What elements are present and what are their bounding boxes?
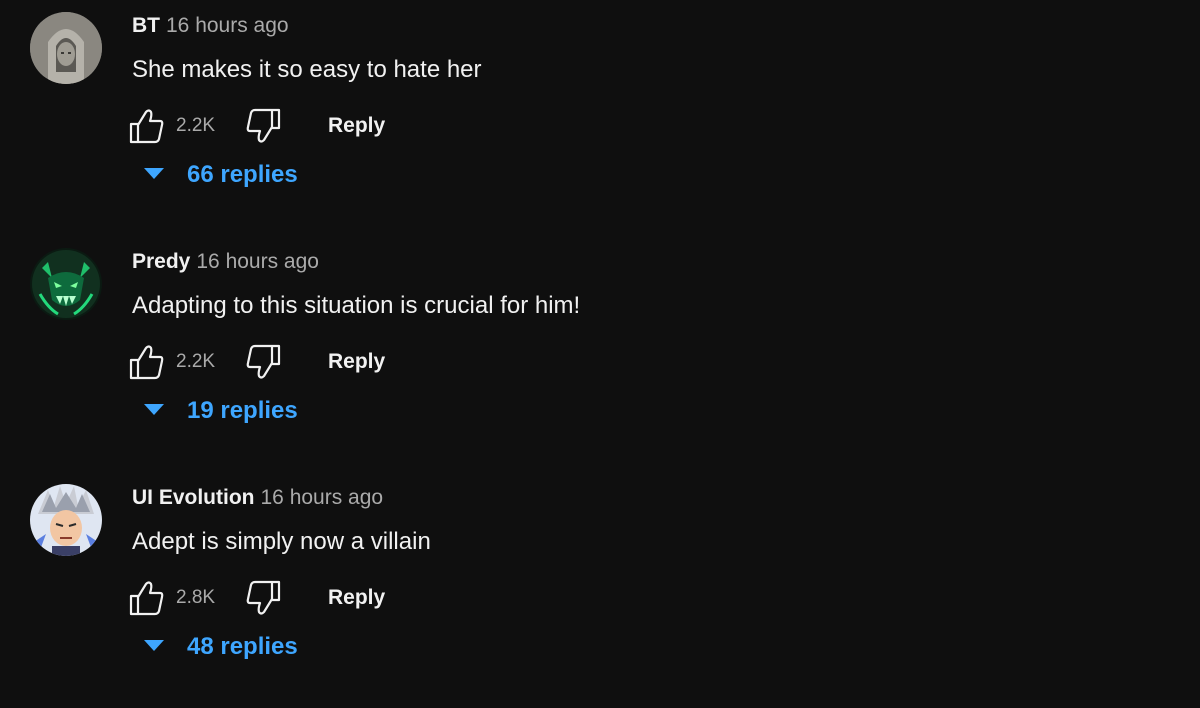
dislike-button[interactable] bbox=[244, 578, 282, 618]
comment-actions: 2.8K Reply bbox=[128, 578, 428, 618]
comment-thread: BT 16 hours ago She makes it so easy to h… bbox=[0, 0, 1200, 236]
author-name[interactable]: UI Evolution bbox=[132, 486, 255, 509]
like-count: 2.2K bbox=[176, 115, 216, 136]
replies-count-label: 48 replies bbox=[187, 633, 298, 660]
comment-timestamp[interactable]: 16 hours ago bbox=[166, 14, 289, 37]
comment-text: Adapting to this situation is crucial fo… bbox=[132, 292, 581, 319]
thumbs-up-icon bbox=[129, 109, 164, 144]
statue-avatar-icon bbox=[30, 12, 102, 84]
green-monster-avatar-icon bbox=[30, 248, 102, 320]
avatar[interactable] bbox=[30, 12, 102, 84]
caret-down-icon bbox=[144, 640, 164, 651]
replies-count-label: 66 replies bbox=[187, 161, 298, 188]
caret-down-icon bbox=[144, 168, 164, 179]
thumbs-down-icon bbox=[246, 344, 281, 379]
author-name[interactable]: BT bbox=[132, 14, 160, 37]
avatar[interactable] bbox=[30, 248, 102, 320]
thumbs-up-icon bbox=[129, 345, 164, 380]
like-count: 2.2K bbox=[176, 351, 216, 372]
thumbs-up-icon bbox=[129, 581, 164, 616]
like-count: 2.8K bbox=[176, 587, 216, 608]
reply-button[interactable]: Reply bbox=[328, 585, 385, 611]
dislike-button[interactable] bbox=[244, 106, 282, 146]
comment-timestamp[interactable]: 16 hours ago bbox=[261, 486, 384, 509]
avatar[interactable] bbox=[30, 484, 102, 556]
comment-actions: 2.2K Reply bbox=[128, 106, 428, 146]
comment-thread: UI Evolution 16 hours ago Adept is simply… bbox=[0, 472, 1200, 708]
thumbs-down-icon bbox=[246, 108, 281, 143]
dislike-button[interactable] bbox=[244, 342, 282, 382]
comment-thread: Predy 16 hours ago Adapting to this situa… bbox=[0, 236, 1200, 472]
comment-header: UI Evolution 16 hours ago bbox=[132, 484, 383, 514]
like-button[interactable] bbox=[128, 342, 166, 382]
thumbs-down-icon bbox=[246, 580, 281, 615]
author-name[interactable]: Predy bbox=[132, 250, 190, 273]
comment-header: BT 16 hours ago bbox=[132, 12, 289, 42]
replies-count-label: 19 replies bbox=[187, 397, 298, 424]
comment-text: She makes it so easy to hate her bbox=[132, 56, 482, 83]
anime-character-avatar-icon bbox=[30, 484, 102, 556]
reply-button[interactable]: Reply bbox=[328, 349, 385, 375]
caret-down-icon bbox=[144, 404, 164, 415]
comment-timestamp[interactable]: 16 hours ago bbox=[196, 250, 319, 273]
like-button[interactable] bbox=[128, 578, 166, 618]
like-button[interactable] bbox=[128, 106, 166, 146]
comment-header: Predy 16 hours ago bbox=[132, 248, 319, 278]
comment-actions: 2.2K Reply bbox=[128, 342, 428, 382]
reply-button[interactable]: Reply bbox=[328, 113, 385, 139]
comment-text: Adept is simply now a villain bbox=[132, 528, 431, 555]
